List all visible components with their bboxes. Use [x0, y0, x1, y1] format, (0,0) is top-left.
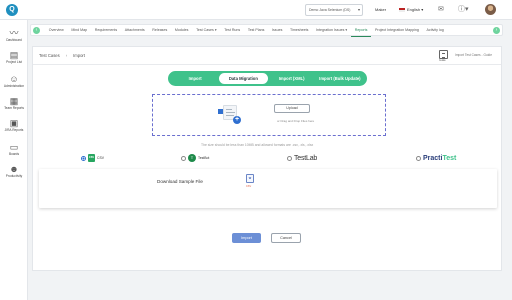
- source-option-csv[interactable]: CSV CSV: [81, 153, 104, 163]
- upload-illustration-icon: +: [215, 105, 243, 125]
- radio-csv[interactable]: [81, 155, 86, 161]
- language-selector[interactable]: English ▾: [399, 7, 423, 12]
- sidebar-item-project-list[interactable]: ▤ Project List: [0, 50, 28, 64]
- nav-item[interactable]: Attachments: [121, 25, 149, 37]
- sidebar-item-label: Project List: [6, 60, 22, 64]
- chevron-left-icon[interactable]: ‹: [33, 27, 40, 34]
- nav-item[interactable]: Mind Map: [68, 25, 91, 37]
- source-label-csv: CSV: [97, 156, 104, 160]
- chevron-right-icon: ›: [65, 53, 68, 58]
- file-dropzone[interactable]: + Upload or Drag and Drop Files here: [152, 94, 386, 136]
- guide-icon: [439, 50, 448, 59]
- nav-item[interactable]: Project Integration Mapping: [371, 25, 423, 37]
- download-file-icon[interactable]: W: [246, 174, 254, 183]
- nav-item[interactable]: Activity log: [423, 25, 448, 37]
- nav-item[interactable]: Reports: [351, 25, 372, 37]
- sidebar: 〰 Dashboard ▤ Project List ☺ Administrat…: [0, 20, 28, 300]
- nav-item[interactable]: Issues: [268, 25, 286, 37]
- chevron-down-icon: ▾: [421, 7, 424, 12]
- sidebar-item-label: Administration: [3, 84, 25, 88]
- nav-item[interactable]: Integration Issues ▾: [312, 25, 351, 37]
- app-logo[interactable]: Q: [6, 4, 18, 16]
- clipboard-icon: ▤: [9, 50, 19, 60]
- tab-import-xml[interactable]: Import (XML): [268, 73, 316, 84]
- chevron-down-icon: ▾: [357, 7, 360, 12]
- project-selector[interactable]: Demo Java Selenium (DS) ▾: [305, 4, 363, 16]
- practitest-logo: PractiTest: [423, 154, 457, 162]
- sidebar-item-jira-reports[interactable]: ▣ JIRA Reports: [0, 118, 28, 132]
- tab-import[interactable]: Import: [171, 73, 219, 84]
- nav-item[interactable]: Test Cases ▾: [192, 25, 220, 37]
- project-nav: ‹ Overview Mind Map Requirements Attachment…: [30, 24, 503, 37]
- sidebar-item-label: Dashboard: [6, 38, 22, 42]
- cancel-button[interactable]: Cancel: [271, 233, 301, 243]
- sidebar-item-administration[interactable]: ☺ Administration: [0, 74, 28, 88]
- jira-icon: ▣: [9, 118, 19, 128]
- testbot-logo-icon: T: [188, 154, 196, 162]
- help-icon[interactable]: ⓘ▾: [458, 5, 469, 15]
- file-size-note: The size should be less than 10MB and al…: [201, 143, 314, 147]
- breadcrumb: Test Cases › Import: [39, 53, 85, 58]
- csv-file-icon: CSV: [88, 154, 95, 162]
- upload-button[interactable]: Upload: [274, 104, 310, 113]
- language-label: English: [407, 7, 421, 12]
- source-options: CSV CSV T TestBot TestLab PractiTest: [81, 151, 501, 165]
- report-icon: ▦: [9, 96, 19, 106]
- radio-practitest[interactable]: [416, 155, 421, 161]
- nav-item[interactable]: Overview: [45, 25, 68, 37]
- guide-label: Guide: [439, 59, 446, 62]
- divider: [33, 64, 501, 65]
- top-bar: Q Demo Java Selenium (DS) ▾ Maker Englis…: [0, 0, 512, 20]
- testlab-logo: TestLab: [294, 154, 318, 162]
- breadcrumb-current: Import: [73, 53, 85, 58]
- sidebar-item-label: Boards: [8, 152, 20, 156]
- plus-icon: +: [233, 116, 241, 124]
- source-option-practitest[interactable]: PractiTest: [416, 153, 456, 163]
- role-label[interactable]: Maker: [375, 7, 386, 12]
- dropzone-hint: or Drag and Drop Files here: [277, 119, 315, 123]
- import-guide-text: Import Test Cases - Guide: [455, 53, 492, 57]
- nav-item[interactable]: Modules: [171, 25, 192, 37]
- sidebar-item-label: Team Reports: [4, 106, 24, 110]
- source-option-testbot[interactable]: T TestBot: [181, 153, 209, 163]
- import-panel: Test Cases › Import Guide Import Test Case…: [32, 46, 502, 271]
- radio-testbot[interactable]: [181, 155, 186, 161]
- sidebar-item-label: Productivity: [5, 174, 23, 178]
- avatar[interactable]: [485, 4, 496, 15]
- nav-item[interactable]: Test Plans: [244, 25, 268, 37]
- radio-testlab[interactable]: [287, 155, 292, 161]
- chevron-right-icon[interactable]: ›: [493, 27, 500, 34]
- tab-data-migration[interactable]: Data Migration: [219, 73, 268, 84]
- import-guide-link[interactable]: Guide Import Test Cases - Guide: [439, 50, 497, 62]
- breadcrumb-parent[interactable]: Test Cases: [39, 53, 60, 58]
- project-selector-value: Demo Java Selenium (DS): [309, 8, 351, 12]
- mail-icon[interactable]: ✉: [438, 5, 444, 15]
- flag-icon: [399, 7, 405, 12]
- nav-items: Overview Mind Map Requirements Attachments R…: [45, 25, 448, 37]
- sidebar-item-boards[interactable]: ▭ Boards: [0, 142, 28, 156]
- sidebar-item-productivity[interactable]: ☻ Productivity: [0, 164, 28, 178]
- chart-line-icon: 〰: [9, 28, 19, 38]
- import-tabs: Import Data Migration Import (XML) Impor…: [168, 71, 367, 86]
- monitor-icon: ▭: [9, 142, 19, 152]
- nav-item[interactable]: Releases: [149, 25, 172, 37]
- people-icon: ☺: [9, 74, 19, 84]
- tab-import-bulk-update[interactable]: Import (Bulk Update): [316, 73, 364, 84]
- sidebar-item-label: JIRA Reports: [4, 128, 24, 132]
- nav-item[interactable]: Timesheets: [286, 25, 312, 37]
- source-label-testbot: TestBot: [198, 156, 210, 160]
- sidebar-item-team-reports[interactable]: ▦ Team Reports: [0, 96, 28, 110]
- download-sample-section: Download Sample File W CSV: [39, 169, 497, 208]
- download-file-caption[interactable]: CSV: [246, 185, 251, 188]
- productivity-icon: ☻: [9, 164, 19, 174]
- nav-item[interactable]: Requirements: [91, 25, 121, 37]
- source-option-testlab[interactable]: TestLab: [287, 153, 317, 163]
- sidebar-item-dashboard[interactable]: 〰 Dashboard: [0, 28, 28, 42]
- import-button[interactable]: Import: [232, 233, 261, 243]
- download-sample-label: Download Sample File: [157, 179, 203, 184]
- nav-item[interactable]: Test Runs: [220, 25, 244, 37]
